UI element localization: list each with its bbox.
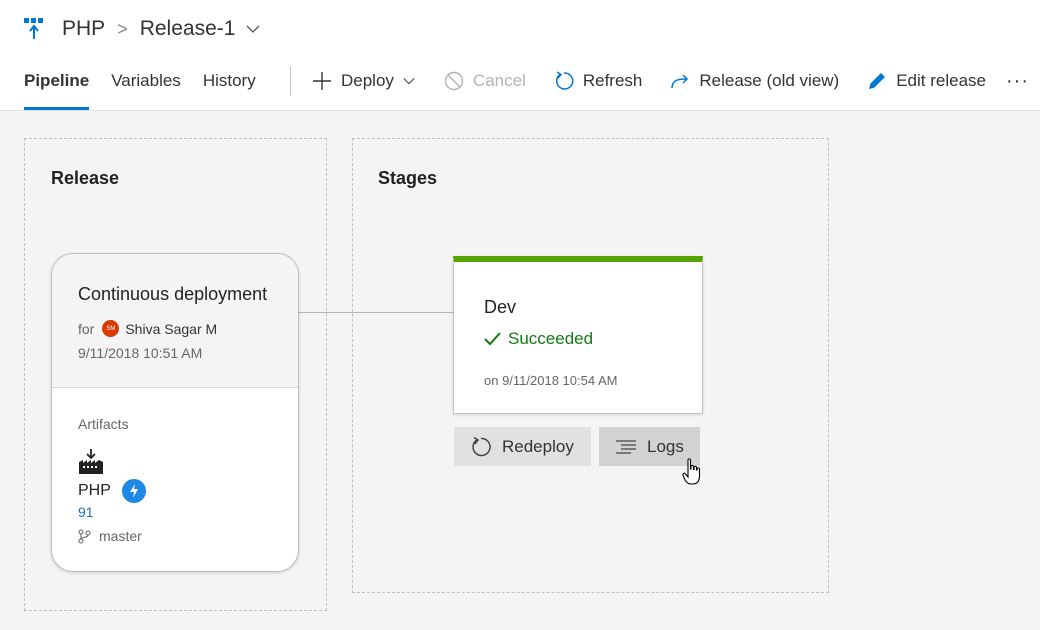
hand-cursor-icon <box>682 458 701 485</box>
tab-history[interactable]: History <box>203 62 256 110</box>
stages-panel-title: Stages <box>378 168 438 188</box>
checkmark-icon <box>484 332 501 346</box>
redirect-arrow-icon <box>671 74 689 89</box>
pencil-icon <box>869 73 886 89</box>
stage-date: on 9/11/2018 10:54 AM <box>484 373 618 388</box>
branch-name: master <box>99 528 142 544</box>
chevron-down-icon[interactable] <box>245 21 261 37</box>
tab-pipeline[interactable]: Pipeline <box>24 62 90 110</box>
breadcrumb-release[interactable]: Release-1 <box>140 17 236 41</box>
plus-icon <box>313 72 331 90</box>
continuous-deployment-card[interactable]: Continuous deployment for SM Shiva Sagar… <box>51 253 299 572</box>
release-panel-title: Release <box>51 168 120 188</box>
branch-icon <box>78 528 91 544</box>
breadcrumb-project[interactable]: PHP <box>62 17 105 41</box>
stage-status: Succeeded <box>484 329 593 349</box>
artifacts-label: Artifacts <box>78 416 129 432</box>
tab-variables[interactable]: Variables <box>111 62 181 110</box>
tab-bar: Pipeline Variables History <box>24 62 278 110</box>
logs-label: Logs <box>647 436 684 456</box>
cancel-icon <box>444 71 464 91</box>
breadcrumb: PHP > Release-1 <box>24 14 261 44</box>
refresh-button[interactable]: Refresh <box>554 71 643 91</box>
edit-release-label: Edit release <box>896 71 986 90</box>
for-label: for <box>78 320 95 337</box>
continuous-deployment-trigger-icon[interactable] <box>122 479 146 503</box>
release-pipeline-icon <box>24 18 43 39</box>
artifact-build-link[interactable]: 91 <box>78 504 94 520</box>
stage-status-label: Succeeded <box>508 329 594 348</box>
toolbar-divider <box>290 66 291 96</box>
pipeline-connector <box>299 312 453 313</box>
redeploy-icon <box>472 436 491 456</box>
stage-card-dev[interactable]: Dev Succeeded on 9/11/2018 10:54 AM <box>453 256 703 414</box>
toolbar: Deploy Cancel Refresh Release (old view)… <box>312 66 1014 96</box>
old-view-button[interactable]: Release (old view) <box>670 71 839 91</box>
trigger-date: 9/11/2018 10:51 AM <box>78 345 203 361</box>
trigger-title: Continuous deployment <box>78 284 268 304</box>
lightning-icon <box>130 484 138 498</box>
cancel-button[interactable]: Cancel <box>444 71 526 91</box>
trigger-requested-for: for SM Shiva Sagar M <box>78 320 217 337</box>
trigger-section: Continuous deployment for SM Shiva Sagar… <box>52 254 298 388</box>
chevron-down-icon <box>403 77 415 85</box>
more-actions-button[interactable]: ··· <box>1006 70 1029 93</box>
logs-icon <box>616 439 636 454</box>
deploy-button[interactable]: Deploy <box>312 71 416 91</box>
header-bar: PHP > Release-1 Pipeline Variables Histo… <box>0 0 1040 111</box>
artifact-name: PHP <box>78 482 111 499</box>
cancel-label: Cancel <box>472 71 526 90</box>
user-name: Shiva Sagar M <box>125 320 218 337</box>
artifact-branch: master <box>78 528 142 544</box>
avatar: SM <box>102 320 120 337</box>
stage-name: Dev <box>484 297 517 317</box>
build-artifact-icon <box>79 449 103 474</box>
deploy-label: Deploy <box>341 71 394 90</box>
edit-release-button[interactable]: Edit release <box>867 71 986 91</box>
breadcrumb-separator: > <box>117 18 128 39</box>
refresh-label: Refresh <box>582 71 643 90</box>
refresh-icon <box>555 71 574 90</box>
old-view-label: Release (old view) <box>699 71 840 90</box>
redeploy-button[interactable]: Redeploy <box>454 427 591 466</box>
redeploy-label: Redeploy <box>502 436 574 456</box>
